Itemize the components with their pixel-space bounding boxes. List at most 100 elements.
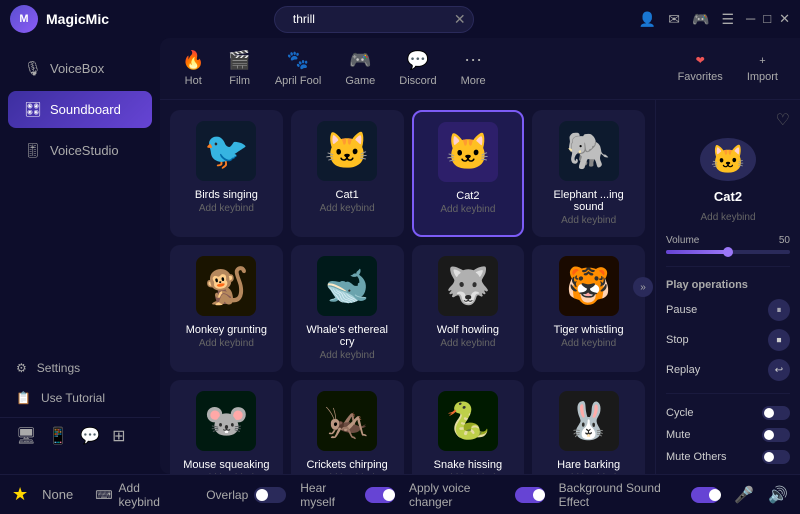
mute-others-label: Mute Others (666, 451, 727, 463)
mute-others-toggle[interactable] (762, 450, 790, 464)
snake-keybind: Add keybind (440, 473, 495, 474)
category-more[interactable]: ⋯ More (451, 46, 496, 91)
sound-card-tiger[interactable]: 🐯 Tiger whistling Add keybind (532, 245, 645, 372)
elephant-emoji: 🐘 (559, 121, 619, 181)
sidebar-item-voicebox[interactable]: 🎙 VoiceBox (8, 50, 152, 87)
sound-card-cat1[interactable]: 🐱 Cat1 Add keybind (291, 110, 404, 237)
pause-button[interactable]: ⏸ (768, 299, 790, 321)
category-game[interactable]: 🎮 Game (335, 46, 385, 91)
sound-card-birds[interactable]: 🐦 Birds singing Add keybind (170, 110, 283, 237)
monitor-icon[interactable]: 🖥 (16, 426, 36, 446)
panel-sound-name: Cat2 (666, 189, 790, 204)
sound-card-cat2[interactable]: 🐱 Cat2 Add keybind (412, 110, 525, 237)
sidebar-label-voicestudio: VoiceStudio (50, 143, 119, 158)
category-discord[interactable]: 💬 Discord (389, 46, 446, 91)
sidebar-item-tutorial[interactable]: 📋 Use Tutorial (0, 383, 160, 413)
divider-1 (666, 266, 790, 267)
category-discord-label: Discord (399, 75, 436, 87)
sound-card-wolf[interactable]: 🐺 Wolf howling Add keybind (412, 245, 525, 372)
sound-card-whale[interactable]: 🐋 Whale's ethereal cry Add keybind (291, 245, 404, 372)
sidebar-item-voicestudio[interactable]: 🎚 VoiceStudio (8, 132, 152, 169)
mail-icon[interactable]: ✉ (668, 11, 680, 28)
monkey-keybind: Add keybind (199, 338, 254, 349)
category-game-label: Game (345, 75, 375, 87)
sound-card-crickets[interactable]: 🦗 Crickets chirping Add keybind (291, 380, 404, 474)
sound-icon[interactable]: 🔊 (768, 485, 788, 505)
close-button[interactable]: ✕ (779, 11, 790, 27)
mouse-name: Mouse squeaking (183, 459, 269, 471)
tiger-emoji: 🐯 (559, 256, 619, 316)
bottom-none-label: None (42, 487, 73, 502)
titlebar-right: 👤 ✉ 🎮 ☰ ─ □ ✕ (639, 11, 790, 28)
sidebar-item-settings[interactable]: ⚙ Settings (0, 353, 160, 383)
hare-emoji: 🐰 (559, 391, 619, 451)
whale-keybind: Add keybind (320, 350, 375, 361)
sound-card-monkey[interactable]: 🐒 Monkey grunting Add keybind (170, 245, 283, 372)
sound-card-mouse[interactable]: 🐭 Mouse squeaking Add keybind (170, 380, 283, 474)
tutorial-icon: 📋 (16, 391, 31, 405)
titlebar: M MagicMic ✕ 👤 ✉ 🎮 ☰ ─ □ ✕ (0, 0, 800, 38)
background-sound-toggle[interactable] (691, 487, 721, 503)
whale-name: Whale's ethereal cry (302, 324, 393, 348)
volume-slider-fill (666, 250, 728, 254)
category-more-label: More (461, 75, 486, 87)
user-icon[interactable]: 👤 (639, 11, 656, 28)
search-clear-button[interactable]: ✕ (454, 11, 466, 28)
maximize-button[interactable]: □ (763, 11, 771, 27)
monkey-emoji: 🐒 (196, 256, 256, 316)
favorites-icon: ❤ (696, 54, 705, 67)
panel-keybind: Add keybind (666, 212, 790, 223)
bottom-bar: ★ None ⌨ Add keybind Overlap Hear myself… (0, 474, 800, 514)
play-op-pause: Pause ⏸ (666, 299, 790, 321)
category-favorites-label: Favorites (678, 71, 723, 83)
mute-toggle[interactable] (762, 428, 790, 442)
volume-section: Volume 50 (666, 235, 790, 254)
discord-icon[interactable]: 🎮 (692, 11, 709, 28)
app-logo: M (10, 5, 38, 33)
sound-card-hare[interactable]: 🐰 Hare barking Add keybind (532, 380, 645, 474)
film-icon: 🎬 (228, 50, 250, 71)
sound-card-elephant[interactable]: 🐘 Elephant ...ing sound Add keybind (532, 110, 645, 237)
stop-button[interactable]: ⏹ (768, 329, 790, 351)
import-icon: + (759, 55, 765, 67)
category-film[interactable]: 🎬 Film (218, 46, 260, 91)
grid-icon[interactable]: ⊞ (112, 426, 125, 446)
replay-button[interactable]: ↩ (768, 359, 790, 381)
sidebar-item-soundboard[interactable]: 🎛 Soundboard (8, 91, 152, 128)
category-hot[interactable]: 🔥 Hot (172, 46, 214, 91)
mic-icon[interactable]: 🎤 (734, 485, 754, 505)
sound-card-snake[interactable]: 🐍 Snake hissing Add keybind (412, 380, 525, 474)
cycle-toggle[interactable] (762, 406, 790, 420)
right-panel: ♡ 🐱 Cat2 Add keybind Volume 50 Play o (655, 100, 800, 474)
volume-slider-track[interactable] (666, 250, 790, 254)
stop-label: Stop (666, 334, 689, 346)
birds-keybind: Add keybind (199, 203, 254, 214)
play-ops-title: Play operations (666, 279, 790, 291)
category-favorites[interactable]: ❤ Favorites (668, 50, 733, 87)
hear-myself-toggle[interactable] (365, 487, 395, 503)
search-input[interactable] (293, 12, 448, 26)
menu-icon[interactable]: ☰ (721, 11, 734, 28)
category-import[interactable]: + Import (737, 51, 788, 87)
phone-icon[interactable]: 📱 (48, 426, 68, 446)
cat2-keybind: Add keybind (440, 204, 495, 215)
category-april-fool[interactable]: 🐾 April Fool (265, 46, 331, 91)
apply-voice-changer-group: Apply voice changer (409, 481, 545, 509)
star-icon: ★ (12, 484, 28, 505)
april-fool-icon: 🐾 (287, 50, 309, 71)
apply-voice-changer-label: Apply voice changer (409, 481, 509, 509)
category-bar: 🔥 Hot 🎬 Film 🐾 April Fool 🎮 Game 💬 Disco… (160, 38, 800, 100)
hear-myself-label: Hear myself (300, 481, 359, 509)
search-bar[interactable]: ✕ (274, 6, 474, 33)
apply-voice-changer-toggle[interactable] (515, 487, 545, 503)
volume-slider-thumb (723, 247, 733, 257)
app-title: MagicMic (46, 11, 109, 27)
chat-icon[interactable]: 💬 (80, 426, 100, 446)
expand-button[interactable]: » (633, 277, 653, 297)
wolf-keybind: Add keybind (440, 338, 495, 349)
heart-icon[interactable]: ♡ (776, 110, 790, 130)
add-keybind-button[interactable]: ⌨ Add keybind (95, 481, 178, 509)
overlap-toggle[interactable] (254, 487, 286, 503)
wolf-name: Wolf howling (437, 324, 499, 336)
minimize-button[interactable]: ─ (746, 11, 755, 27)
